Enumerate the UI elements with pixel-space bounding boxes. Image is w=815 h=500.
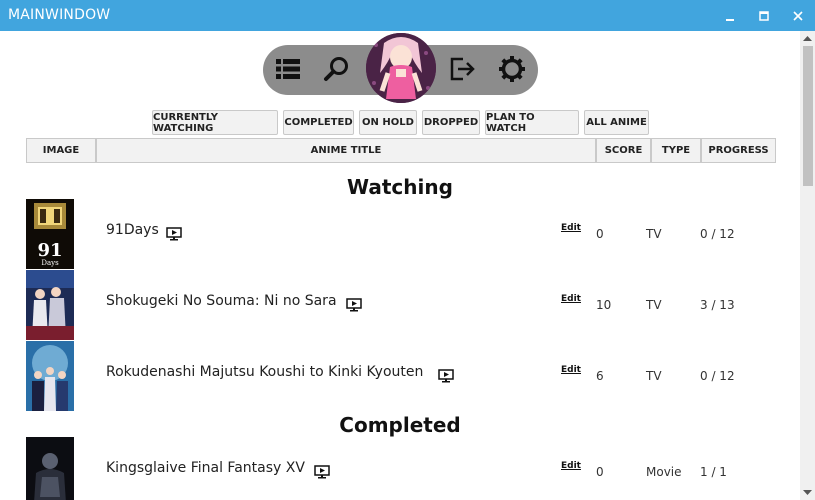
column-type[interactable]: TYPE xyxy=(651,138,701,163)
search-button[interactable] xyxy=(323,55,353,85)
search-icon xyxy=(324,57,348,81)
score-value: 6 xyxy=(596,369,604,383)
edit-link[interactable]: Edit xyxy=(561,223,581,233)
anime-title[interactable]: 91Days xyxy=(106,222,159,238)
filter-plan-to-watch[interactable]: PLAN TO WATCH xyxy=(485,110,579,135)
column-anime-title[interactable]: ANIME TITLE xyxy=(96,138,596,163)
avatar[interactable] xyxy=(366,33,436,103)
avatar-image xyxy=(366,33,436,103)
anime-title[interactable]: Shokugeki No Souma: Ni no Sara xyxy=(106,293,337,309)
anime-title[interactable]: Rokudenashi Majutsu Koushi to Kinki Kyou… xyxy=(106,364,423,380)
anime-thumbnail xyxy=(26,437,74,500)
chevron-up-icon xyxy=(803,36,812,41)
list-button[interactable] xyxy=(274,55,304,85)
section-heading-watching: Watching xyxy=(347,175,453,199)
filter-all-anime[interactable]: ALL ANIME xyxy=(584,110,649,135)
close-button[interactable] xyxy=(781,0,815,31)
thumb-title-number: 91 xyxy=(37,240,62,261)
anime-thumbnail xyxy=(26,341,74,411)
close-icon xyxy=(793,10,803,21)
watch-icon[interactable] xyxy=(346,298,362,312)
type-value: TV xyxy=(646,227,662,241)
column-progress[interactable]: PROGRESS xyxy=(701,138,776,163)
progress-value: 1 / 1 xyxy=(700,465,727,479)
filter-on-hold[interactable]: ON HOLD xyxy=(359,110,417,135)
list-icon xyxy=(276,59,300,79)
settings-button[interactable] xyxy=(498,55,528,85)
watch-icon[interactable] xyxy=(438,369,454,383)
scroll-down-button[interactable] xyxy=(800,486,815,500)
filter-currently-watching[interactable]: CURRENTLY WATCHING xyxy=(152,110,278,135)
window-title: MAINWINDOW xyxy=(8,7,111,23)
gear-icon xyxy=(499,56,525,82)
maximize-button[interactable] xyxy=(747,0,781,31)
thumb-title-word: Days xyxy=(41,259,59,267)
score-value: 0 xyxy=(596,465,604,479)
column-image[interactable]: IMAGE xyxy=(26,138,96,163)
chevron-down-icon xyxy=(803,490,812,495)
filter-dropped[interactable]: DROPPED xyxy=(422,110,480,135)
title-bar: MAINWINDOW xyxy=(0,0,815,31)
type-value: TV xyxy=(646,369,662,383)
filter-completed[interactable]: COMPLETED xyxy=(283,110,354,135)
type-value: Movie xyxy=(646,465,682,479)
anime-thumbnail: 91 Days xyxy=(26,199,74,269)
minimize-button[interactable] xyxy=(713,0,747,31)
minimize-icon xyxy=(726,18,734,21)
logout-button[interactable] xyxy=(448,55,478,85)
vertical-scrollbar[interactable] xyxy=(800,31,815,500)
edit-link[interactable]: Edit xyxy=(561,365,581,375)
main-content: CURRENTLY WATCHING COMPLETED ON HOLD DRO… xyxy=(0,31,800,500)
progress-value: 0 / 12 xyxy=(700,227,735,241)
maximize-icon xyxy=(759,10,769,21)
edit-link[interactable]: Edit xyxy=(561,461,581,471)
logout-icon xyxy=(450,57,475,81)
progress-value: 3 / 13 xyxy=(700,298,735,312)
watch-icon[interactable] xyxy=(314,465,330,479)
progress-value: 0 / 12 xyxy=(700,369,735,383)
anime-title[interactable]: Kingsglaive Final Fantasy XV xyxy=(106,460,305,476)
column-score[interactable]: SCORE xyxy=(596,138,651,163)
section-heading-completed: Completed xyxy=(339,413,461,437)
anime-thumbnail xyxy=(26,270,74,340)
edit-link[interactable]: Edit xyxy=(561,294,581,304)
watch-icon[interactable] xyxy=(166,227,182,241)
type-value: TV xyxy=(646,298,662,312)
score-value: 0 xyxy=(596,227,604,241)
score-value: 10 xyxy=(596,298,612,312)
scroll-up-button[interactable] xyxy=(800,31,815,45)
scrollbar-thumb[interactable] xyxy=(803,46,813,186)
